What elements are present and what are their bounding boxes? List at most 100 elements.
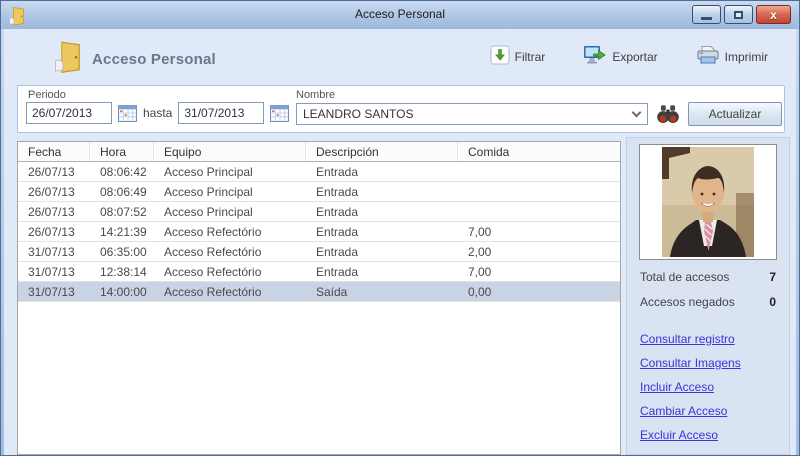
filtrar-label: Filtrar xyxy=(514,49,546,64)
exportar-button[interactable]: Exportar xyxy=(583,45,658,68)
window-body: Acceso Personal Filtrar Exportar Imprimi… xyxy=(4,29,796,455)
titlebar[interactable]: Acceso Personal x xyxy=(1,1,799,29)
nombre-row: LEANDRO SANTOS Actualizar xyxy=(296,102,782,126)
cell-descripcion: Entrada xyxy=(316,224,359,239)
link-consultar-imagens[interactable]: Consultar Imagens xyxy=(640,356,741,370)
cell-fecha: 26/07/13 xyxy=(28,184,75,199)
cell-descripcion: Entrada xyxy=(316,184,359,199)
periodo-label: Periodo xyxy=(28,89,66,101)
table-row[interactable]: 31/07/13 06:35:00 Acceso Refectório Entr… xyxy=(18,242,620,262)
filter-download-icon xyxy=(490,45,510,68)
table-row[interactable]: 26/07/13 14:21:39 Acceso Refectório Entr… xyxy=(18,222,620,242)
printer-icon xyxy=(696,45,720,68)
window-controls: x xyxy=(692,5,791,24)
cell-fecha: 26/07/13 xyxy=(28,204,75,219)
table-body: 26/07/13 08:06:42 Acceso Principal Entra… xyxy=(18,162,620,302)
cell-fecha: 31/07/13 xyxy=(28,284,75,299)
nombre-combobox[interactable]: LEANDRO SANTOS xyxy=(296,103,648,125)
page-title: Acceso Personal xyxy=(92,51,216,68)
maximize-icon xyxy=(734,10,743,19)
chevron-down-icon xyxy=(631,107,642,117)
search-person-button[interactable] xyxy=(656,104,680,124)
date-to-input[interactable] xyxy=(178,102,265,124)
door-icon xyxy=(53,39,83,73)
calendar-icon xyxy=(270,105,290,122)
stat-total-accesos: Total de accesos 7 xyxy=(627,264,789,289)
periodo-row: hasta xyxy=(26,102,290,124)
cell-equipo: Acceso Refectório xyxy=(164,224,262,239)
cell-hora: 06:35:00 xyxy=(100,244,147,259)
cell-hora: 08:06:49 xyxy=(100,184,147,199)
cell-fecha: 26/07/13 xyxy=(28,164,75,179)
cell-equipo: Acceso Refectório xyxy=(164,244,262,259)
col-header-descripcion: Descripción xyxy=(306,142,458,161)
imprimir-button[interactable]: Imprimir xyxy=(696,45,768,68)
hasta-label: hasta xyxy=(143,106,173,120)
cell-descripcion: Entrada xyxy=(316,244,359,259)
maximize-button[interactable] xyxy=(724,5,753,24)
stat-value: 0 xyxy=(769,294,776,309)
cell-comida: 7,00 xyxy=(468,224,492,239)
filter-panel: Periodo Nombre hasta xyxy=(17,85,785,133)
employee-photo xyxy=(662,147,754,257)
cell-descripcion: Saída xyxy=(316,284,348,299)
binoculars-icon xyxy=(657,105,679,123)
date-from-input[interactable] xyxy=(26,102,112,124)
cell-descripcion: Entrada xyxy=(316,204,359,219)
exportar-label: Exportar xyxy=(612,49,658,64)
cell-equipo: Acceso Principal xyxy=(164,204,253,219)
photo-frame xyxy=(639,144,777,260)
calendar-icon xyxy=(118,105,137,122)
table-header-row: Fecha Hora Equipo Descripción Comida xyxy=(18,142,620,162)
cell-fecha: 26/07/13 xyxy=(28,224,75,239)
stat-label: Total de accesos xyxy=(640,269,730,284)
nombre-value: LEANDRO SANTOS xyxy=(303,107,414,121)
cell-fecha: 31/07/13 xyxy=(28,244,75,259)
cell-hora: 08:07:52 xyxy=(100,204,147,219)
link-excluir-acceso[interactable]: Excluir Acceso xyxy=(640,428,741,442)
stat-accesos-negados: Accesos negados 0 xyxy=(627,289,789,314)
col-header-equipo: Equipo xyxy=(154,142,306,161)
cell-descripcion: Entrada xyxy=(316,164,359,179)
cell-equipo: Acceso Refectório xyxy=(164,284,262,299)
cell-equipo: Acceso Refectório xyxy=(164,264,262,279)
cell-comida: 7,00 xyxy=(468,264,492,279)
link-consultar-registro[interactable]: Consultar registro xyxy=(640,332,741,346)
app-window: Acceso Personal x Acceso Personal Filtra… xyxy=(0,0,800,456)
cell-comida: 0,00 xyxy=(468,284,492,299)
cell-hora: 12:38:14 xyxy=(100,264,147,279)
table-row[interactable]: 31/07/13 14:00:00 Acceso Refectório Saíd… xyxy=(18,282,620,302)
col-header-fecha: Fecha xyxy=(18,142,90,161)
cell-hora: 08:06:42 xyxy=(100,164,147,179)
window-title: Acceso Personal xyxy=(354,7,446,21)
calendar-from-button[interactable] xyxy=(118,104,137,122)
actualizar-button[interactable]: Actualizar xyxy=(688,102,782,126)
header-actions: Filtrar Exportar Imprimir xyxy=(490,45,768,68)
stat-value: 7 xyxy=(769,269,776,284)
col-header-comida: Comida xyxy=(468,144,510,159)
link-cambiar-acceso[interactable]: Cambiar Acceso xyxy=(640,404,741,418)
close-button[interactable]: x xyxy=(756,5,791,24)
cell-fecha: 31/07/13 xyxy=(28,264,75,279)
page-header: Acceso Personal Filtrar Exportar Imprimi… xyxy=(4,29,796,85)
imprimir-label: Imprimir xyxy=(724,49,768,64)
minimize-button[interactable] xyxy=(692,5,721,24)
col-header-hora: Hora xyxy=(90,142,154,161)
cell-equipo: Acceso Principal xyxy=(164,164,253,179)
cell-hora: 14:00:00 xyxy=(100,284,147,299)
export-monitor-icon xyxy=(583,45,607,68)
calendar-to-button[interactable] xyxy=(270,104,290,122)
sidebar-links: Consultar registro Consultar Imagens Inc… xyxy=(640,332,741,452)
link-incluir-acceso[interactable]: Incluir Acceso xyxy=(640,380,741,394)
close-icon: x xyxy=(770,7,777,22)
filtrar-button[interactable]: Filtrar xyxy=(490,45,546,68)
table-row[interactable]: 31/07/13 12:38:14 Acceso Refectório Entr… xyxy=(18,262,620,282)
table-row[interactable]: 26/07/13 08:06:49 Acceso Principal Entra… xyxy=(18,182,620,202)
sidebar-stats: Total de accesos 7 Accesos negados 0 xyxy=(627,264,789,314)
minimize-icon xyxy=(701,17,712,20)
stat-label: Accesos negados xyxy=(640,294,735,309)
table-row[interactable]: 26/07/13 08:07:52 Acceso Principal Entra… xyxy=(18,202,620,222)
cell-descripcion: Entrada xyxy=(316,264,359,279)
access-table: Fecha Hora Equipo Descripción Comida 26/… xyxy=(17,141,621,455)
table-row[interactable]: 26/07/13 08:06:42 Acceso Principal Entra… xyxy=(18,162,620,182)
